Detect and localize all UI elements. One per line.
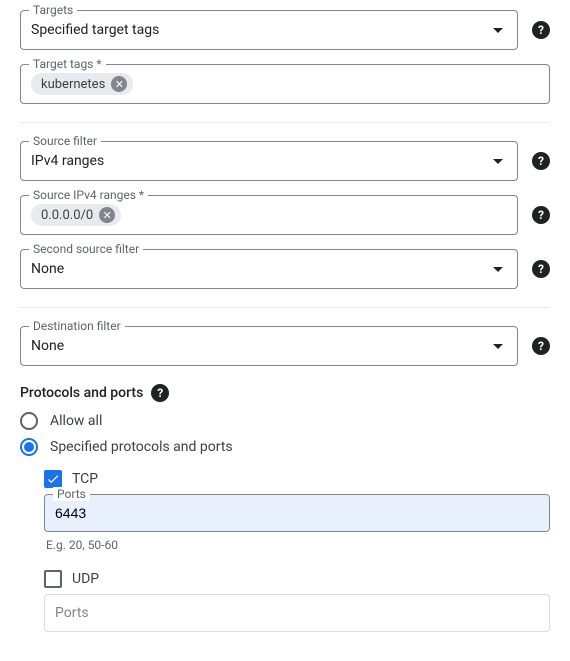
source-filter-legend: Source filter xyxy=(29,134,101,148)
targets-legend: Targets xyxy=(29,3,77,17)
allow-all-label: Allow all xyxy=(50,413,102,429)
second-source-filter-legend: Second source filter xyxy=(29,242,143,256)
chevron-down-icon xyxy=(493,159,503,164)
udp-ports-field[interactable]: Ports xyxy=(44,594,550,632)
tcp-ports-hint: E.g. 20, 50-60 xyxy=(46,538,550,552)
targets-value: Specified target tags xyxy=(31,22,485,38)
source-filter-value: IPv4 ranges xyxy=(31,153,485,169)
chip-remove-icon[interactable]: ✕ xyxy=(99,207,115,223)
destination-filter-legend: Destination filter xyxy=(29,319,125,333)
target-tag-chip: kubernetes ✕ xyxy=(31,73,133,95)
help-icon[interactable]: ? xyxy=(532,337,550,355)
specified-protocols-label: Specified protocols and ports xyxy=(50,439,233,455)
tcp-checkbox[interactable]: TCP xyxy=(44,470,550,488)
chip-label: kubernetes xyxy=(41,77,105,92)
chevron-down-icon xyxy=(493,28,503,33)
source-ranges-legend: Source IPv4 ranges * xyxy=(29,188,148,202)
radio-icon xyxy=(20,412,38,430)
second-source-filter-value: None xyxy=(31,261,485,277)
help-icon[interactable]: ? xyxy=(532,206,550,224)
targets-dropdown[interactable]: Targets Specified target tags xyxy=(20,10,518,50)
allow-all-radio[interactable]: Allow all xyxy=(20,412,550,430)
tcp-ports-legend: Ports xyxy=(53,487,90,501)
tcp-ports-field[interactable]: Ports xyxy=(44,494,550,532)
udp-checkbox[interactable]: UDP xyxy=(44,570,550,588)
help-icon[interactable]: ? xyxy=(532,21,550,39)
destination-filter-value: None xyxy=(31,338,485,354)
divider xyxy=(20,307,550,308)
help-icon[interactable]: ? xyxy=(532,152,550,170)
checkbox-icon xyxy=(44,570,62,588)
help-icon[interactable]: ? xyxy=(151,384,169,402)
specified-protocols-radio[interactable]: Specified protocols and ports xyxy=(20,438,550,456)
destination-filter-dropdown[interactable]: Destination filter None xyxy=(20,326,518,366)
protocols-ports-title: Protocols and ports ? xyxy=(20,384,550,402)
chip-label: 0.0.0.0/0 xyxy=(41,208,93,223)
radio-icon xyxy=(20,438,38,456)
source-ranges-input[interactable]: Source IPv4 ranges * 0.0.0.0/0 ✕ xyxy=(20,195,518,235)
source-filter-dropdown[interactable]: Source filter IPv4 ranges xyxy=(20,141,518,181)
source-range-chip: 0.0.0.0/0 ✕ xyxy=(31,204,121,226)
tcp-ports-input[interactable] xyxy=(45,495,549,531)
chevron-down-icon xyxy=(493,344,503,349)
udp-ports-placeholder: Ports xyxy=(55,605,89,621)
udp-label: UDP xyxy=(72,571,99,587)
divider xyxy=(20,122,550,123)
second-source-filter-dropdown[interactable]: Second source filter None xyxy=(20,249,518,289)
tcp-label: TCP xyxy=(72,471,98,487)
chip-remove-icon[interactable]: ✕ xyxy=(111,76,127,92)
checkbox-icon xyxy=(44,470,62,488)
target-tags-legend: Target tags * xyxy=(29,57,106,71)
help-icon[interactable]: ? xyxy=(532,260,550,278)
target-tags-input[interactable]: Target tags * kubernetes ✕ xyxy=(20,64,550,104)
chevron-down-icon xyxy=(493,267,503,272)
